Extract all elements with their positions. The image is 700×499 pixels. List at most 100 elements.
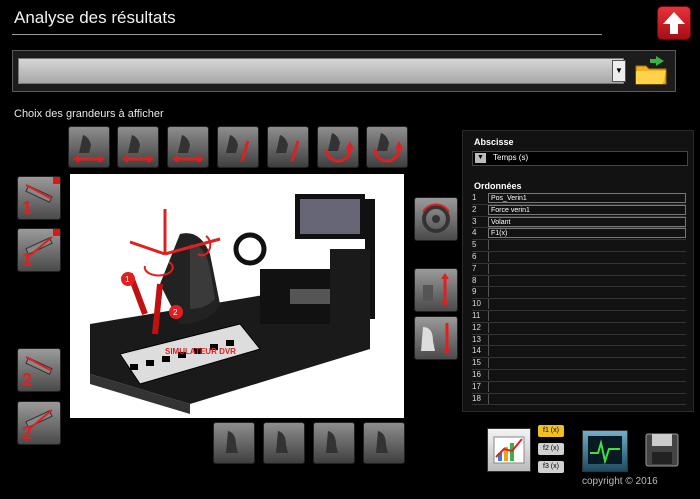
row-value[interactable]: Volant — [488, 216, 686, 227]
seat-view-2-button[interactable] — [263, 422, 305, 464]
ordonnee-row[interactable]: 15 — [472, 358, 686, 370]
arrow-up-icon — [663, 12, 685, 34]
seat-icon — [421, 323, 451, 355]
row-index: 5 — [472, 240, 477, 250]
pedal-icon — [423, 273, 449, 307]
actuator-number: 1 — [22, 198, 33, 218]
ordonnee-row[interactable]: 3 Volant — [472, 216, 686, 229]
abscisse-title: Abscisse — [474, 137, 514, 147]
y-translation-button[interactable] — [117, 126, 159, 168]
row-value[interactable]: F1(x) — [488, 228, 686, 239]
row-value[interactable] — [488, 310, 686, 321]
ordonnee-row[interactable]: 18 — [472, 393, 686, 406]
alpha-rotation-alt-button[interactable] — [267, 126, 309, 168]
simulator-image: SIMULATEUR DVR 1 2 — [70, 174, 404, 418]
ordonnee-row[interactable]: 10 — [472, 299, 686, 311]
ordonnee-row[interactable]: 17 — [472, 381, 686, 394]
row-value[interactable] — [488, 369, 686, 380]
file-select[interactable] — [18, 58, 624, 84]
seat-icon — [376, 431, 388, 453]
ordonnee-row[interactable]: 2 Force verin1 — [472, 204, 686, 217]
ordonnee-row[interactable]: 12 — [472, 322, 686, 335]
x-translation-button[interactable] — [68, 126, 110, 168]
z-translation-button[interactable] — [167, 126, 209, 168]
ordonnee-row[interactable]: 13 — [472, 334, 686, 347]
row-index: 1 — [472, 193, 477, 202]
back-up-button[interactable] — [657, 6, 691, 40]
seat-view-1-button[interactable] — [213, 422, 255, 464]
row-value[interactable] — [488, 240, 686, 251]
scope-plot-button[interactable] — [582, 430, 628, 472]
row-index: 13 — [472, 334, 481, 344]
row-value[interactable] — [488, 346, 686, 357]
chevron-down-icon[interactable]: ▼ — [612, 60, 626, 82]
seat-view-4-button[interactable] — [363, 422, 405, 464]
actuator-number: 2 — [22, 423, 33, 443]
row-value[interactable] — [488, 287, 686, 298]
seat-icon — [276, 431, 288, 453]
row-value[interactable] — [488, 299, 686, 310]
copyright-text: copyright © 2016 — [582, 476, 658, 487]
row-value[interactable] — [488, 358, 686, 369]
actuator-1-force-button[interactable]: 1 — [17, 228, 61, 272]
actuator-2-force-button[interactable]: 2 — [17, 401, 61, 445]
actuator-1-position-button[interactable]: 1 — [17, 176, 61, 220]
actuator-number: 1 — [22, 250, 33, 270]
abscisse-select[interactable]: ▼ Temps (s) — [472, 151, 688, 166]
function-f1-button[interactable]: f1 (x) — [538, 425, 564, 437]
pedal-travel-button[interactable] — [414, 268, 458, 312]
chart-report-button[interactable] — [487, 428, 531, 472]
actuator-number: 2 — [22, 370, 33, 390]
ordonnees-title: Ordonnées — [474, 181, 522, 191]
phi-rotation-alt-icon — [373, 133, 403, 163]
ordonnee-row[interactable]: 5 — [472, 240, 686, 252]
row-value[interactable] — [488, 275, 686, 286]
ordonnee-row[interactable]: 8 — [472, 275, 686, 288]
row-index: 2 — [472, 204, 477, 214]
row-value[interactable]: Force verin1 — [488, 204, 686, 215]
ordonnee-row[interactable]: 7 — [472, 263, 686, 276]
row-value[interactable] — [488, 381, 686, 392]
chevron-down-icon[interactable]: ▼ — [475, 153, 486, 163]
row-index: 9 — [472, 287, 477, 297]
row-value[interactable] — [488, 393, 686, 404]
chart-icon — [493, 436, 525, 464]
y-translation-icon — [122, 135, 154, 163]
function-f3-button[interactable]: f3 (x) — [538, 461, 564, 473]
simulator-brand-text: SIMULATEUR DVR — [165, 347, 236, 356]
row-index: 8 — [472, 275, 477, 285]
alpha-rotation-button[interactable] — [217, 126, 259, 168]
open-folder-button[interactable] — [634, 54, 668, 86]
alpha-rotation-alt-icon — [276, 135, 300, 162]
ordonnee-row[interactable]: 6 — [472, 251, 686, 264]
ordonnee-row[interactable]: 1 Pos_Verin1 — [472, 193, 686, 205]
ordonnee-row[interactable]: 4 F1(x) — [472, 228, 686, 241]
row-index: 12 — [472, 322, 481, 332]
row-index: 16 — [472, 369, 481, 379]
seat-view-3-button[interactable] — [313, 422, 355, 464]
function-f2-button[interactable]: f2 (x) — [538, 443, 564, 455]
oscilloscope-icon — [588, 436, 622, 465]
ordonnee-row[interactable]: 9 — [472, 287, 686, 300]
ordonnee-row[interactable]: 16 — [472, 369, 686, 382]
ordonnee-row[interactable]: 11 — [472, 310, 686, 323]
phi-rotation-alt-button[interactable] — [366, 126, 408, 168]
phi-rotation-icon — [324, 133, 354, 163]
phi-rotation-button[interactable] — [317, 126, 359, 168]
row-value[interactable] — [488, 251, 686, 262]
save-button[interactable] — [642, 430, 682, 470]
row-value[interactable] — [488, 263, 686, 274]
row-value[interactable] — [488, 322, 686, 333]
seat-force-button[interactable] — [414, 316, 458, 360]
row-index: 15 — [472, 358, 481, 368]
ordonnee-row[interactable]: 14 — [472, 346, 686, 359]
page-title: Analyse des résultats — [14, 8, 176, 27]
row-value[interactable]: Pos_Verin1 — [488, 193, 686, 203]
actuator-2-position-button[interactable]: 2 — [17, 348, 61, 392]
steering-wheel-button[interactable] — [414, 197, 458, 241]
row-index: 11 — [472, 310, 481, 320]
z-translation-icon — [172, 135, 204, 163]
svg-text:2: 2 — [173, 308, 178, 317]
row-value[interactable] — [488, 334, 686, 345]
steering-wheel-icon — [422, 203, 450, 233]
